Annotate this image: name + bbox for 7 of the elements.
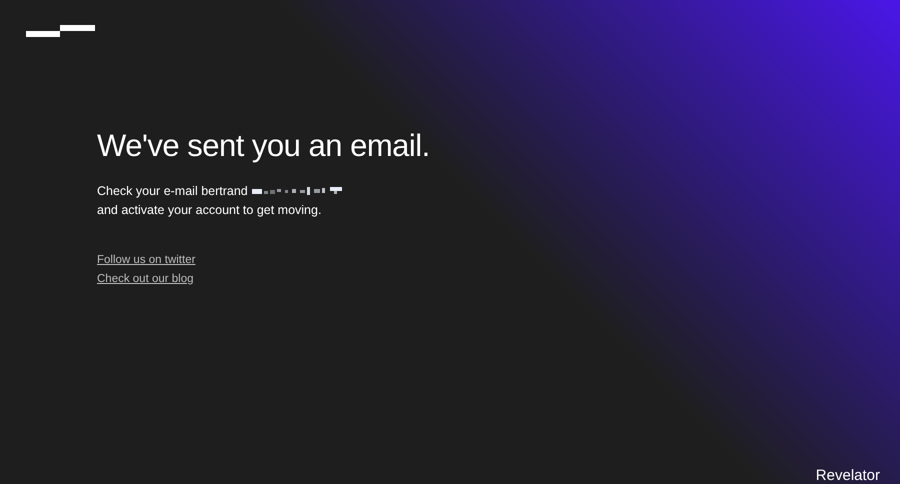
social-link[interactable]: Follow us on twitter — [97, 252, 196, 268]
logo-icon — [26, 25, 96, 38]
social-link[interactable]: Check out our blog — [97, 271, 194, 287]
brand-name: Revelator — [816, 467, 880, 484]
message-text: Check your e-mail bertrand — [97, 183, 248, 200]
message-text: and activate your account to get moving. — [97, 202, 322, 219]
page-heading: We've sent you an email. — [97, 128, 431, 164]
